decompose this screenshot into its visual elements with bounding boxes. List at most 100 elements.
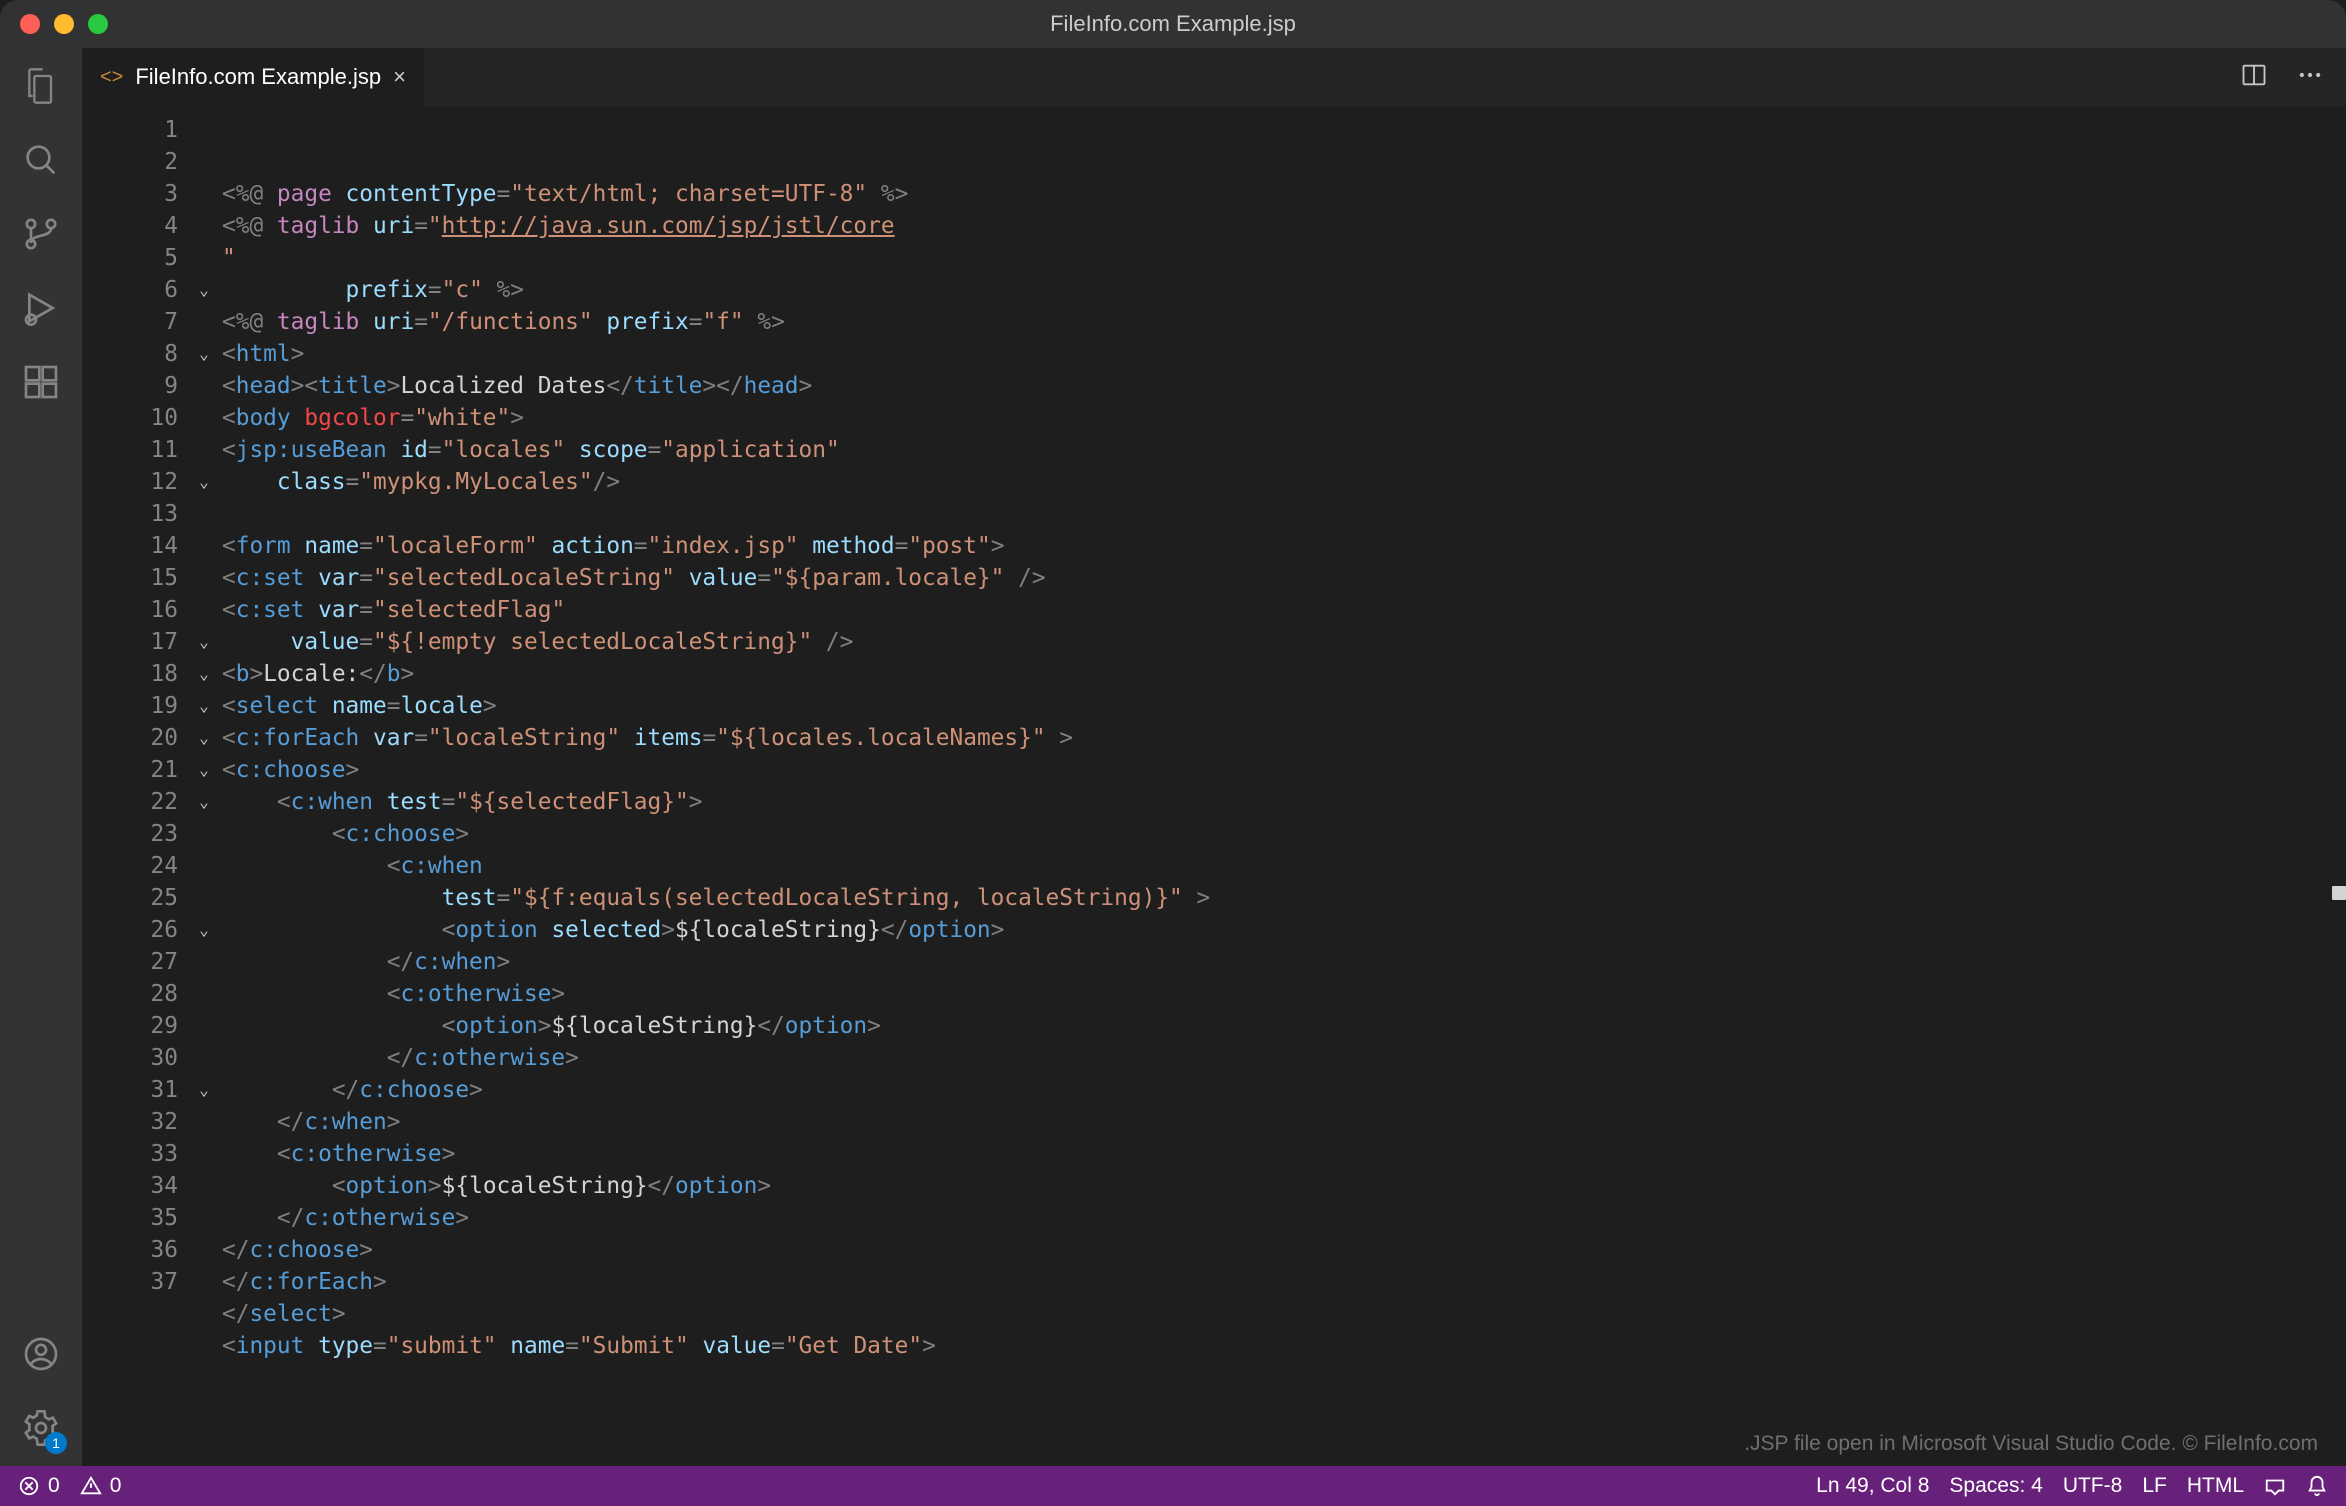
fold-column[interactable]: ⌄⌄⌄⌄⌄⌄⌄⌄⌄⌄⌄ <box>190 106 218 1466</box>
line-number: 21 <box>82 754 182 786</box>
code-line[interactable]: <c:choose> <box>222 818 2346 850</box>
fold-toggle <box>190 370 218 402</box>
fold-toggle[interactable]: ⌄ <box>190 1074 218 1106</box>
code-line[interactable]: <html> <box>222 338 2346 370</box>
code-line[interactable]: <c:when <box>222 850 2346 882</box>
split-editor-icon[interactable] <box>2240 61 2268 94</box>
code-line[interactable]: <c:otherwise> <box>222 978 2346 1010</box>
code-line[interactable]: </c:when> <box>222 1106 2346 1138</box>
file-type-icon: <> <box>100 66 123 89</box>
code-line[interactable]: <c:when test="${selectedFlag}"> <box>222 786 2346 818</box>
fold-toggle[interactable]: ⌄ <box>190 786 218 818</box>
window-title: FileInfo.com Example.jsp <box>1050 11 1296 37</box>
code-line[interactable]: </c:forEach> <box>222 1266 2346 1298</box>
fold-toggle <box>190 594 218 626</box>
code-line[interactable]: <c:choose> <box>222 754 2346 786</box>
fold-toggle <box>190 242 218 274</box>
line-number: 23 <box>82 818 182 850</box>
close-window-button[interactable] <box>20 14 40 34</box>
settings-gear-icon[interactable]: 1 <box>21 1408 61 1448</box>
fold-toggle[interactable]: ⌄ <box>190 626 218 658</box>
code-line[interactable]: value="${!empty selectedLocaleString}" /… <box>222 626 2346 658</box>
fold-toggle[interactable]: ⌄ <box>190 722 218 754</box>
code-line[interactable]: class="mypkg.MyLocales"/> <box>222 466 2346 498</box>
status-eol[interactable]: LF <box>2142 1474 2167 1498</box>
tab-active[interactable]: <> FileInfo.com Example.jsp × <box>82 48 424 106</box>
fold-toggle <box>190 306 218 338</box>
code-line[interactable]: <form name="localeForm" action="index.js… <box>222 530 2346 562</box>
status-bell-icon[interactable] <box>2306 1475 2328 1497</box>
status-errors[interactable]: 0 <box>18 1474 60 1498</box>
overlay-hint-text: .JSP file open in Microsoft Visual Studi… <box>1744 1428 2318 1460</box>
tab-actions <box>2240 48 2346 106</box>
fold-toggle[interactable]: ⌄ <box>190 274 218 306</box>
line-number: 1 <box>82 114 182 146</box>
minimize-window-button[interactable] <box>54 14 74 34</box>
minimap-thumb[interactable] <box>2332 886 2346 900</box>
fold-toggle <box>190 1138 218 1170</box>
code-line[interactable]: <b>Locale:</b> <box>222 658 2346 690</box>
fold-toggle <box>190 562 218 594</box>
search-icon[interactable] <box>21 140 61 180</box>
fold-toggle[interactable]: ⌄ <box>190 754 218 786</box>
line-number: 14 <box>82 530 182 562</box>
run-debug-icon[interactable] <box>21 288 61 328</box>
code-line[interactable]: <c:set var="selectedLocaleString" value=… <box>222 562 2346 594</box>
code-line[interactable]: </c:choose> <box>222 1074 2346 1106</box>
code-line[interactable]: <head><title>Localized Dates</title></he… <box>222 370 2346 402</box>
code-line[interactable]: </c:when> <box>222 946 2346 978</box>
status-feedback-icon[interactable] <box>2264 1475 2286 1497</box>
code-line[interactable]: test="${f:equals(selectedLocaleString, l… <box>222 882 2346 914</box>
editor-area: <> FileInfo.com Example.jsp × 1234567891… <box>82 48 2346 1466</box>
code-line[interactable]: <option>${localeString}</option> <box>222 1170 2346 1202</box>
fold-toggle[interactable]: ⌄ <box>190 466 218 498</box>
code-line[interactable]: prefix="c" %> <box>222 274 2346 306</box>
status-cursor[interactable]: Ln 49, Col 8 <box>1816 1474 1929 1498</box>
tab-bar: <> FileInfo.com Example.jsp × <box>82 48 2346 106</box>
code-line[interactable]: <option selected>${localeString}</option… <box>222 914 2346 946</box>
extensions-icon[interactable] <box>21 362 61 402</box>
status-warnings[interactable]: 0 <box>80 1474 122 1498</box>
code-line[interactable]: <c:set var="selectedFlag" <box>222 594 2346 626</box>
line-number: 30 <box>82 1042 182 1074</box>
line-number: 16 <box>82 594 182 626</box>
line-number: 37 <box>82 1266 182 1298</box>
fold-toggle <box>190 850 218 882</box>
code-content[interactable]: <%@ page contentType="text/html; charset… <box>218 106 2346 1466</box>
fold-toggle[interactable]: ⌄ <box>190 658 218 690</box>
explorer-icon[interactable] <box>21 66 61 106</box>
maximize-window-button[interactable] <box>88 14 108 34</box>
code-line[interactable]: </c:otherwise> <box>222 1202 2346 1234</box>
status-indent[interactable]: Spaces: 4 <box>1949 1474 2042 1498</box>
code-line[interactable]: </c:otherwise> <box>222 1042 2346 1074</box>
tab-close-icon[interactable]: × <box>393 64 406 90</box>
code-line[interactable]: <c:forEach var="localeString" items="${l… <box>222 722 2346 754</box>
line-number: 17 <box>82 626 182 658</box>
source-control-icon[interactable] <box>21 214 61 254</box>
code-line[interactable]: <input type="submit" name="Submit" value… <box>222 1330 2346 1362</box>
fold-toggle[interactable]: ⌄ <box>190 690 218 722</box>
status-language[interactable]: HTML <box>2187 1474 2244 1498</box>
line-number: 6 <box>82 274 182 306</box>
code-line[interactable] <box>222 498 2346 530</box>
code-line[interactable]: <%@ taglib uri="http://java.sun.com/jsp/… <box>222 210 2346 242</box>
code-line[interactable]: <jsp:useBean id="locales" scope="applica… <box>222 434 2346 466</box>
code-line[interactable]: <%@ page contentType="text/html; charset… <box>222 178 2346 210</box>
fold-toggle[interactable]: ⌄ <box>190 914 218 946</box>
code-line[interactable]: <c:otherwise> <box>222 1138 2346 1170</box>
line-number: 27 <box>82 946 182 978</box>
status-encoding[interactable]: UTF-8 <box>2063 1474 2123 1498</box>
code-line[interactable]: </select> <box>222 1298 2346 1330</box>
accounts-icon[interactable] <box>21 1334 61 1374</box>
code-line[interactable]: <%@ taglib uri="/functions" prefix="f" %… <box>222 306 2346 338</box>
fold-toggle[interactable]: ⌄ <box>190 338 218 370</box>
code-line[interactable]: " <box>222 242 2346 274</box>
status-bar: 0 0 Ln 49, Col 8 Spaces: 4 UTF-8 LF HTML <box>0 1466 2346 1506</box>
code-editor[interactable]: 1234567891011121314151617181920212223242… <box>82 106 2346 1466</box>
code-line[interactable]: <select name=locale> <box>222 690 2346 722</box>
code-line[interactable]: <option>${localeString}</option> <box>222 1010 2346 1042</box>
code-line[interactable]: </c:choose> <box>222 1234 2346 1266</box>
minimap[interactable] <box>2328 106 2346 1466</box>
code-line[interactable]: <body bgcolor="white"> <box>222 402 2346 434</box>
more-actions-icon[interactable] <box>2296 61 2324 94</box>
